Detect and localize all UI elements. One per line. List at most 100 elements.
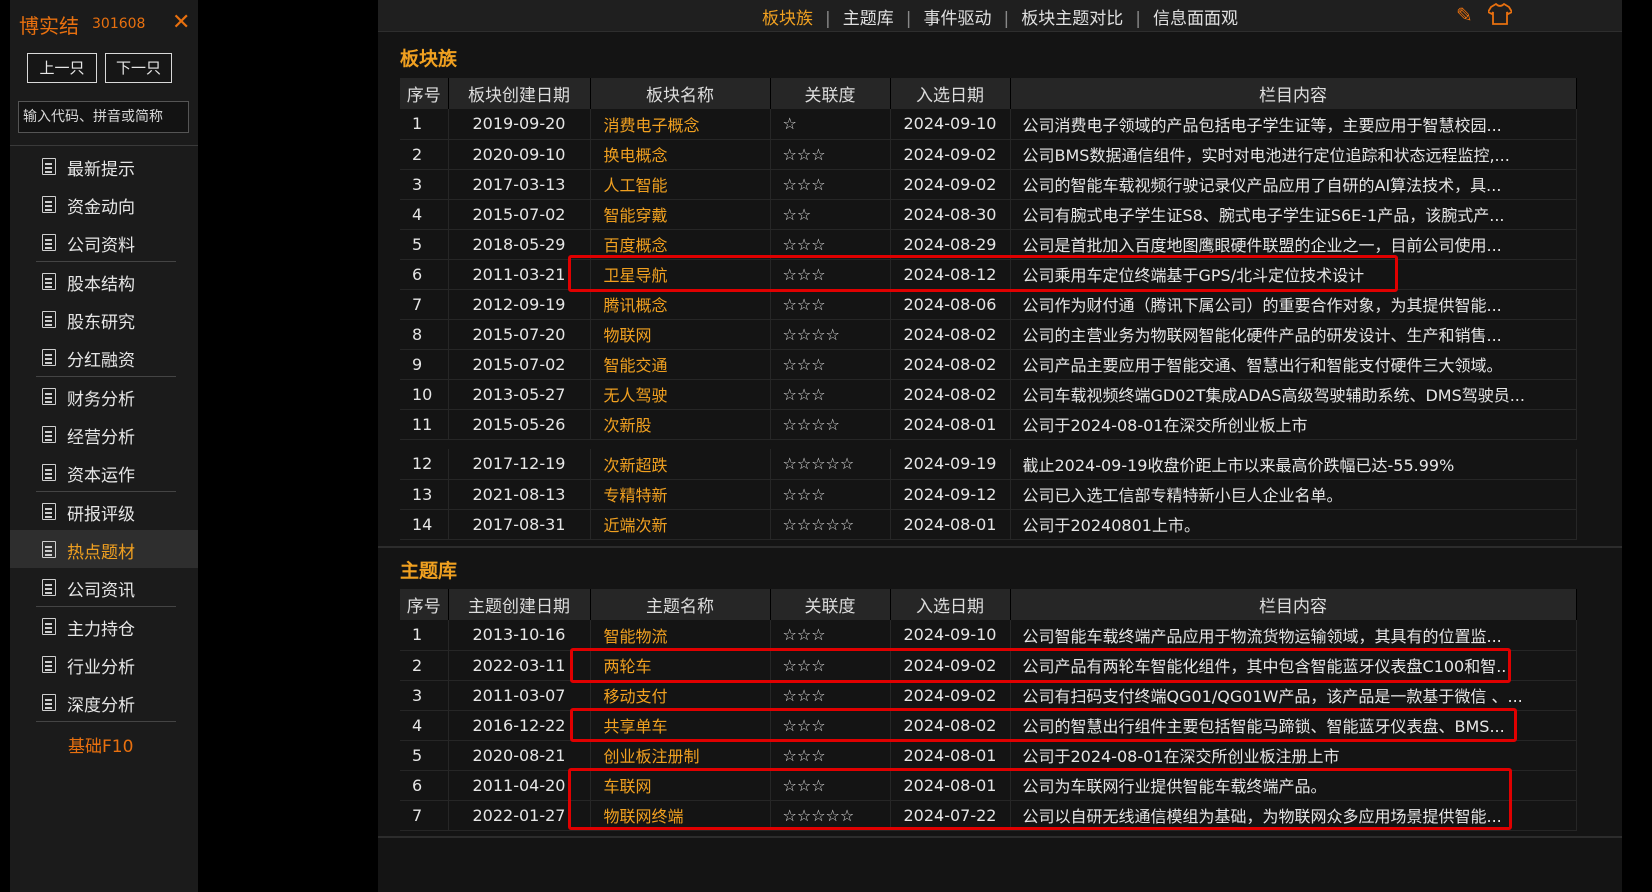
table-row[interactable]: 6 2011-03-21 卫星导航 ☆☆☆ 2024-08-12 公司乘用车定位终端基于G… [400, 259, 1577, 290]
description: 公司智能车载终端产品应用于物流货物运输领域，其具有的位置监... [1010, 620, 1577, 651]
prev-stock-button[interactable]: 上一只 [27, 53, 97, 83]
tab[interactable]: 板块族 [750, 4, 825, 29]
table-row[interactable]: 7 2012-09-19 腾讯概念 ☆☆☆ 2024-08-06 公司作为财付通（腾讯下属… [400, 289, 1577, 320]
table-row[interactable]: 3 2017-03-13 人工智能 ☆☆☆ 2024-09-02 公司的智能车载视频行驶记… [400, 169, 1577, 200]
column-header: 主题创建日期 [448, 589, 591, 620]
concept-name-link[interactable]: 消费电子概念 [590, 109, 771, 140]
table-row[interactable]: 8 2015-07-20 物联网 ☆☆☆☆ 2024-08-02 公司的主营业务为物联网智… [400, 319, 1577, 350]
row-index: 5 [400, 740, 449, 771]
sidebar-item-label: 深度分析 [67, 696, 135, 716]
description: 公司有腕式电子学生证S8、腕式电子学生证S6E-1产品，该腕式产... [1010, 199, 1577, 230]
column-header: 入选日期 [890, 589, 1011, 620]
top-tab-bar: 板块族 | 主题库 | 事件驱动 | 板块主题对比 | 信息面面观 ✎ [378, 0, 1622, 32]
table-row[interactable]: 9 2015-07-02 智能交通 ☆☆☆ 2024-08-02 公司产品主要应用于智能交… [400, 349, 1577, 380]
description: 截止2024-09-19收盘价距上市以来最高价跌幅已达-55.99% [1010, 449, 1577, 480]
sidebar-item[interactable]: 主力持仓 [10, 607, 198, 645]
selected-date: 2024-08-06 [890, 289, 1011, 320]
concept-name-link[interactable]: 智能物流 [590, 620, 771, 651]
table-row[interactable]: 12 2017-12-19 次新超跌 ☆☆☆☆☆ 2024-09-19 截止2024-09… [400, 449, 1577, 480]
concept-name-link[interactable]: 无人驾驶 [590, 379, 771, 410]
selected-date: 2024-09-10 [890, 109, 1011, 140]
concept-name-link[interactable]: 创业板注册制 [590, 740, 771, 771]
concept-name-link[interactable]: 人工智能 [590, 169, 771, 200]
concept-name-link[interactable]: 卫星导航 [590, 259, 771, 290]
shirt-icon[interactable] [1486, 2, 1514, 30]
create-date: 2016-12-22 [448, 710, 591, 741]
concept-name-link[interactable]: 百度概念 [590, 229, 771, 260]
table-row[interactable]: 3 2011-03-07 移动支付 ☆☆☆ 2024-09-02 公司有扫码支付终端QG0… [400, 680, 1577, 711]
sidebar-item[interactable]: 股本结构 [10, 262, 198, 300]
table-row[interactable]: 14 2017-08-31 近端次新 ☆☆☆☆☆ 2024-08-01 公司于202408… [400, 509, 1577, 540]
concept-name-link[interactable]: 专精特新 [590, 479, 771, 510]
table-row[interactable]: 7 2022-01-27 物联网终端 ☆☆☆☆☆ 2024-07-22 公司以自研无线通信… [400, 800, 1577, 831]
concept-name-link[interactable]: 物联网 [590, 319, 771, 350]
sidebar-item[interactable]: 行业分析 [10, 645, 198, 683]
relevance-stars: ☆☆☆☆ [770, 319, 891, 350]
create-date: 2015-07-20 [448, 319, 591, 350]
concept-name-link[interactable]: 物联网终端 [590, 800, 771, 831]
document-icon [42, 618, 56, 635]
document-icon [42, 349, 56, 366]
sidebar-item[interactable]: 公司资讯 [10, 568, 198, 606]
table-row[interactable]: 1 2013-10-16 智能物流 ☆☆☆ 2024-09-10 公司智能车载终端产品应用… [400, 620, 1577, 651]
sidebar-item[interactable]: 资本运作 [10, 453, 198, 491]
tab[interactable]: 信息面面观 [1141, 4, 1250, 29]
table-row[interactable]: 11 2015-05-26 次新股 ☆☆☆☆ 2024-08-01 公司于2024-08-… [400, 409, 1577, 440]
concept-name-link[interactable]: 智能交通 [590, 349, 771, 380]
selected-date: 2024-08-02 [890, 319, 1011, 350]
sidebar-item[interactable]: 财务分析 [10, 377, 198, 415]
row-index: 7 [400, 289, 449, 320]
concept-name-link[interactable]: 智能穿戴 [590, 199, 771, 230]
concept-name-link[interactable]: 次新股 [590, 409, 771, 440]
concept-name-link[interactable]: 换电概念 [590, 139, 771, 170]
concept-name-link[interactable]: 两轮车 [590, 650, 771, 681]
concept-name-link[interactable]: 共享单车 [590, 710, 771, 741]
concept-name-link[interactable]: 移动支付 [590, 680, 771, 711]
concept-name-link[interactable]: 近端次新 [590, 509, 771, 540]
create-date: 2017-03-13 [448, 169, 591, 200]
table-row[interactable]: 13 2021-08-13 专精特新 ☆☆☆ 2024-09-12 公司已入选工信部专精特… [400, 479, 1577, 510]
table-row[interactable]: 5 2020-08-21 创业板注册制 ☆☆☆ 2024-08-01 公司于2024-08… [400, 740, 1577, 771]
table-row[interactable]: 6 2011-04-20 车联网 ☆☆☆ 2024-08-01 公司为车联网行业提供智能车… [400, 770, 1577, 801]
concept-name-link[interactable]: 腾讯概念 [590, 289, 771, 320]
relevance-stars: ☆☆☆☆☆ [770, 800, 891, 831]
column-header: 板块创建日期 [448, 78, 591, 109]
document-icon [42, 656, 56, 673]
relevance-stars: ☆☆☆ [770, 349, 891, 380]
sidebar-item[interactable]: 研报评级 [10, 492, 198, 530]
table-row[interactable]: 1 2019-09-20 消费电子概念 ☆ 2024-09-10 公司消费电子领域的产品包… [400, 109, 1577, 140]
tab[interactable]: 事件驱动 [912, 4, 1004, 29]
table-row[interactable]: 4 2015-07-02 智能穿戴 ☆☆ 2024-08-30 公司有腕式电子学生证S8、… [400, 199, 1577, 230]
sidebar-item-label: 股本结构 [67, 275, 135, 295]
description: 公司作为财付通（腾讯下属公司）的重要合作对象，为其提供智能... [1010, 289, 1577, 320]
concept-name-link[interactable]: 车联网 [590, 770, 771, 801]
sidebar-item[interactable]: 资金动向 [10, 185, 198, 223]
table-row[interactable]: 2 2022-03-11 两轮车 ☆☆☆ 2024-09-02 公司产品有两轮车智能化组件… [400, 650, 1577, 681]
sidebar-item[interactable]: 股东研究 [10, 300, 198, 338]
row-index: 5 [400, 229, 449, 260]
sidebar-item[interactable]: 分红融资 [10, 338, 198, 376]
selected-date: 2024-08-30 [890, 199, 1011, 230]
concept-name-link[interactable]: 次新超跌 [590, 449, 771, 480]
row-index: 10 [400, 379, 449, 410]
column-header: 栏目内容 [1010, 589, 1577, 620]
stock-search-input[interactable] [18, 101, 189, 133]
tab[interactable]: 板块主题对比 [1009, 4, 1135, 29]
edit-icon[interactable]: ✎ [1456, 3, 1473, 27]
sidebar-item[interactable]: 最新提示 [10, 147, 198, 185]
next-stock-button[interactable]: 下一只 [105, 53, 172, 83]
sidebar-item[interactable]: 深度分析 [10, 683, 198, 721]
tab[interactable]: 主题库 [831, 4, 906, 29]
table-row[interactable]: 2 2020-09-10 换电概念 ☆☆☆ 2024-09-02 公司BMS数据通信组件，… [400, 139, 1577, 170]
table-row[interactable]: 10 2013-05-27 无人驾驶 ☆☆☆ 2024-08-02 公司车载视频终端GD0… [400, 379, 1577, 410]
sidebar-item[interactable]: 热点题材 [10, 530, 198, 568]
table-row[interactable]: 4 2016-12-22 共享单车 ☆☆☆ 2024-08-02 公司的智慧出行组件主要包… [400, 710, 1577, 741]
table-row[interactable]: 5 2018-05-29 百度概念 ☆☆☆ 2024-08-29 公司是首批加入百度地图鹰… [400, 229, 1577, 260]
close-icon[interactable]: ✕ [172, 10, 190, 35]
relevance-stars: ☆☆☆ [770, 479, 891, 510]
sidebar-item[interactable]: 公司资料 [10, 223, 198, 261]
sidebar-item[interactable]: 经营分析 [10, 415, 198, 453]
document-icon [42, 388, 56, 405]
basic-f10-link[interactable]: 基础F10 [10, 722, 198, 764]
relevance-stars: ☆☆☆ [770, 770, 891, 801]
